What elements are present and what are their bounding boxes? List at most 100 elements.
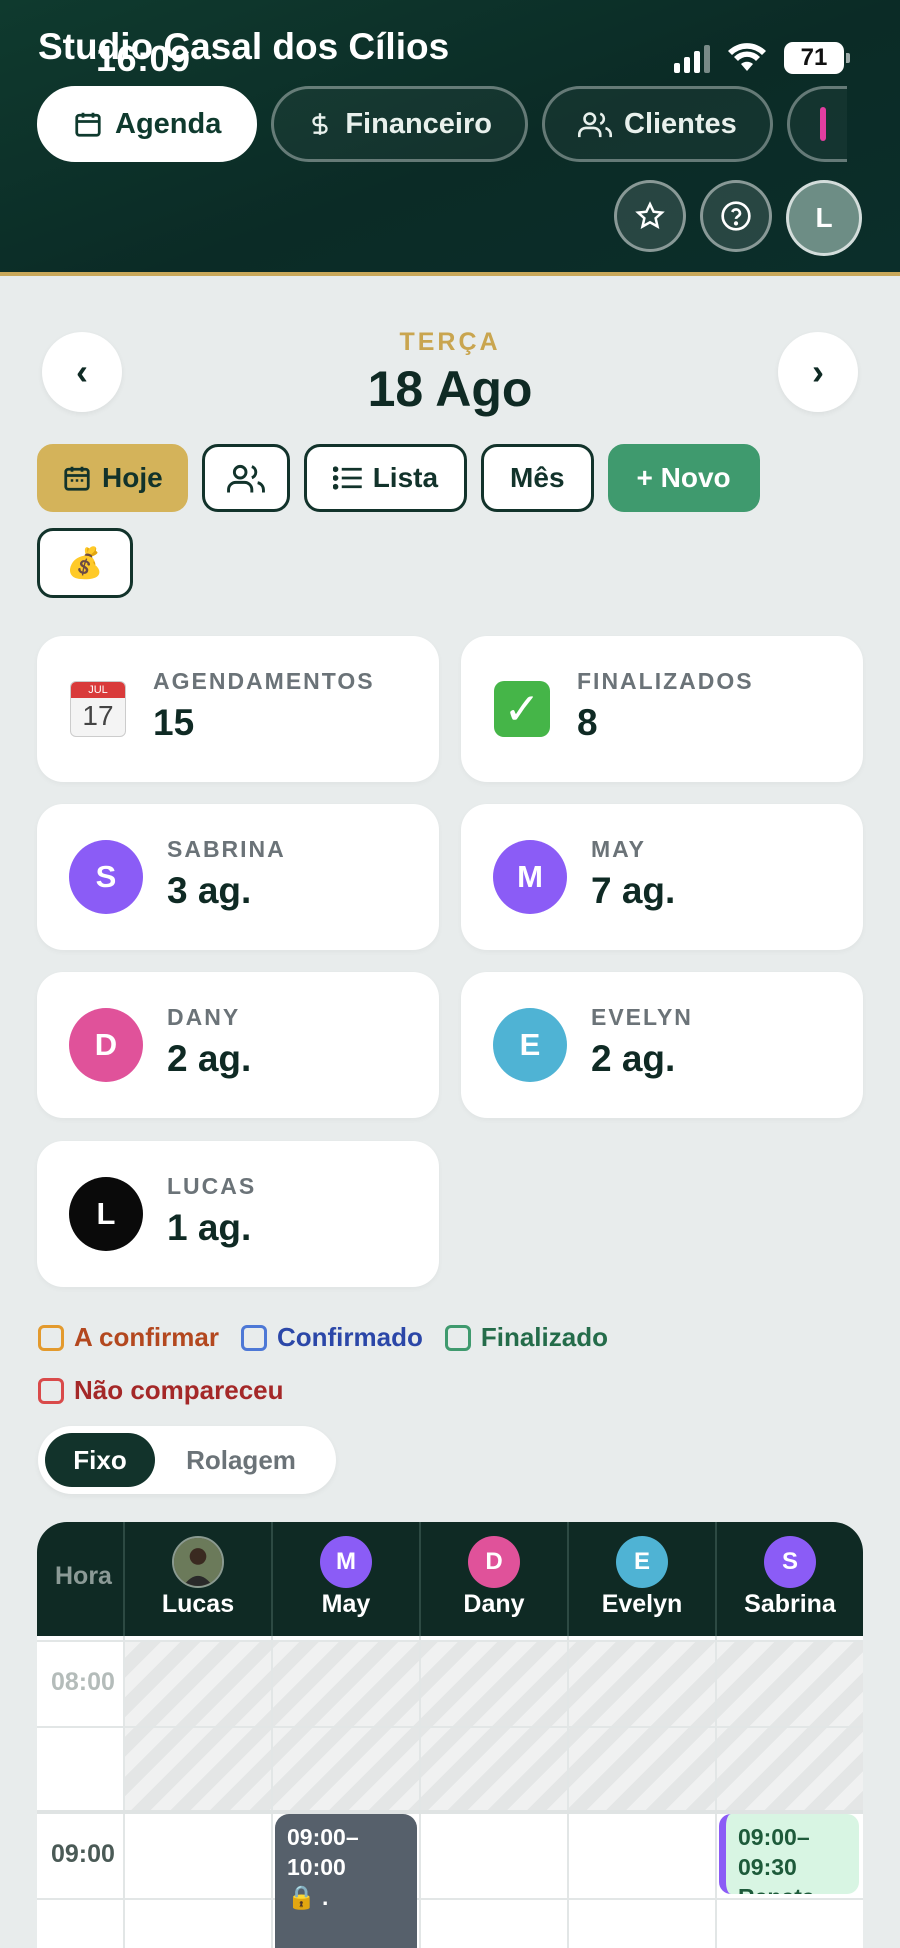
column-name: Dany <box>463 1590 525 1618</box>
status-time: 16:09 <box>96 38 191 79</box>
appt-time-end: 09:30 <box>738 1854 797 1880</box>
column-name: May <box>321 1590 371 1618</box>
professional-card-lucas[interactable]: L LUCAS 1 ag. <box>37 1141 439 1287</box>
closed-hours-area <box>123 1640 863 1810</box>
appointment-block-locked[interactable]: 09:00– 10:00 🔒 . <box>275 1814 417 1948</box>
month-view-button[interactable]: Mês <box>481 444 594 512</box>
stat-label: AGENDAMENTOS <box>153 668 375 694</box>
professional-card-evelyn[interactable]: E EVELYN 2 ag. <box>461 972 863 1118</box>
view-mode-toggle: Fixo Rolagem <box>38 1426 336 1494</box>
stat-card-appointments: JUL 17 AGENDAMENTOS 15 <box>37 636 439 782</box>
column-header-dany[interactable]: D Dany <box>419 1522 567 1636</box>
legend-confirmed: Confirmado <box>240 1322 423 1353</box>
star-icon <box>635 201 665 229</box>
professional-card-sabrina[interactable]: S SABRINA 3 ag. <box>37 804 439 950</box>
professional-count: 2 ag. <box>591 1038 676 1079</box>
schedule-body: 08:00 09:00 09:00– 10:00 🔒 . 09:00– 09:3… <box>37 1636 863 1948</box>
stat-value: 8 <box>577 702 598 743</box>
professional-count: 3 ag. <box>167 870 252 911</box>
stat-value: 15 <box>153 702 195 743</box>
dollar-icon <box>312 113 329 135</box>
hour-column-header: Hora <box>55 1562 112 1590</box>
professional-card-may[interactable]: M MAY 7 ag. <box>461 804 863 950</box>
fixed-mode-button[interactable]: Fixo <box>45 1433 155 1487</box>
list-view-button[interactable]: Lista <box>303 444 468 512</box>
calendar-icon <box>64 466 90 491</box>
tab-clientes-label: Clientes <box>624 107 737 140</box>
schedule-header: Hora Lucas M May D Dany E Evelyn S Sabri… <box>37 1522 863 1636</box>
legend-swatch <box>240 1324 267 1351</box>
professional-name: MAY <box>591 836 646 862</box>
legend-label: Finalizado <box>480 1322 608 1352</box>
avatar: M <box>320 1536 372 1588</box>
money-bag-icon: 💰 <box>66 546 104 580</box>
avatar: E <box>493 1008 567 1082</box>
new-label: + Novo <box>636 462 731 493</box>
today-button[interactable]: Hoje <box>37 444 188 512</box>
battery-indicator: 71 <box>784 42 850 74</box>
tab-financeiro[interactable]: Financeiro <box>271 86 528 162</box>
appt-time-start: 09:00– <box>738 1824 810 1850</box>
avatar-photo <box>172 1536 224 1588</box>
legend-swatch <box>444 1324 471 1351</box>
nav-tabs: Agenda Financeiro Clientes <box>37 86 847 162</box>
tab-agenda[interactable]: Agenda <box>37 86 258 162</box>
users-icon <box>578 112 612 138</box>
professional-name: DANY <box>167 1004 241 1030</box>
legend-to-confirm: A confirmar <box>38 1322 219 1353</box>
date-navigator: ‹ TERÇA 18 Ago › <box>38 328 862 417</box>
weekday-label: TERÇA <box>399 328 501 356</box>
appointment-block-sabrina[interactable]: 09:00– 09:30 Renata <box>719 1814 859 1894</box>
wifi-icon <box>728 43 766 71</box>
list-label: Lista <box>372 462 439 493</box>
legend-label: A confirmar <box>74 1322 219 1352</box>
signal-icon <box>674 43 710 73</box>
professional-count: 2 ag. <box>167 1038 252 1079</box>
avatar: D <box>468 1536 520 1588</box>
appt-note: 🔒 . <box>287 1884 329 1910</box>
professional-card-dany[interactable]: D DANY 2 ag. <box>37 972 439 1118</box>
next-day-button[interactable]: › <box>778 332 858 412</box>
avatar: S <box>69 840 143 914</box>
tab-more[interactable] <box>786 86 847 162</box>
avatar: M <box>493 840 567 914</box>
agenda-toolbar: Hoje Lista Mês + Novo 💰 <box>37 444 867 614</box>
avatar: D <box>69 1008 143 1082</box>
time-label-0800: 08:00 <box>51 1668 115 1696</box>
professionals-filter-button[interactable] <box>201 444 290 512</box>
scroll-mode-button[interactable]: Rolagem <box>155 1433 327 1487</box>
current-date: 18 Ago <box>367 361 533 417</box>
status-legend: A confirmar Confirmado Finalizado Não co… <box>38 1322 878 1428</box>
calendar-icon: JUL 17 <box>69 680 127 738</box>
status-icons: 71 <box>674 42 850 74</box>
professional-name: LUCAS <box>167 1173 257 1199</box>
legend-finished: Finalizado <box>444 1322 608 1353</box>
user-avatar-button[interactable]: L <box>786 180 862 256</box>
column-name: Evelyn <box>601 1590 683 1618</box>
help-icon <box>721 201 751 231</box>
professional-count: 7 ag. <box>591 870 676 911</box>
favorites-button[interactable] <box>614 180 686 252</box>
user-avatar-letter: L <box>815 202 833 233</box>
column-header-evelyn[interactable]: E Evelyn <box>567 1522 715 1636</box>
calendar-icon <box>75 112 101 137</box>
tab-financeiro-label: Financeiro <box>345 107 492 140</box>
column-header-may[interactable]: M May <box>271 1522 419 1636</box>
money-bag-button[interactable]: 💰 <box>37 528 133 598</box>
legend-label: Não compareceu <box>74 1375 284 1405</box>
appt-time-end: 10:00 <box>287 1854 346 1880</box>
time-label-0900: 09:00 <box>51 1840 115 1868</box>
legend-swatch <box>38 1377 64 1404</box>
column-name: Sabrina <box>744 1590 836 1618</box>
schedule-grid: Hora Lucas M May D Dany E Evelyn S Sabri… <box>37 1522 863 1948</box>
new-appointment-button[interactable]: + Novo <box>607 444 760 512</box>
header-actions: L <box>614 180 862 256</box>
column-header-lucas[interactable]: Lucas <box>123 1522 271 1636</box>
professional-count: 1 ag. <box>167 1207 252 1248</box>
legend-swatch <box>38 1324 64 1351</box>
column-header-sabrina[interactable]: S Sabrina <box>715 1522 863 1636</box>
help-button[interactable] <box>700 180 772 252</box>
tab-clientes[interactable]: Clientes <box>542 86 773 162</box>
avatar: E <box>616 1536 668 1588</box>
appt-time-start: 09:00– <box>287 1824 359 1850</box>
